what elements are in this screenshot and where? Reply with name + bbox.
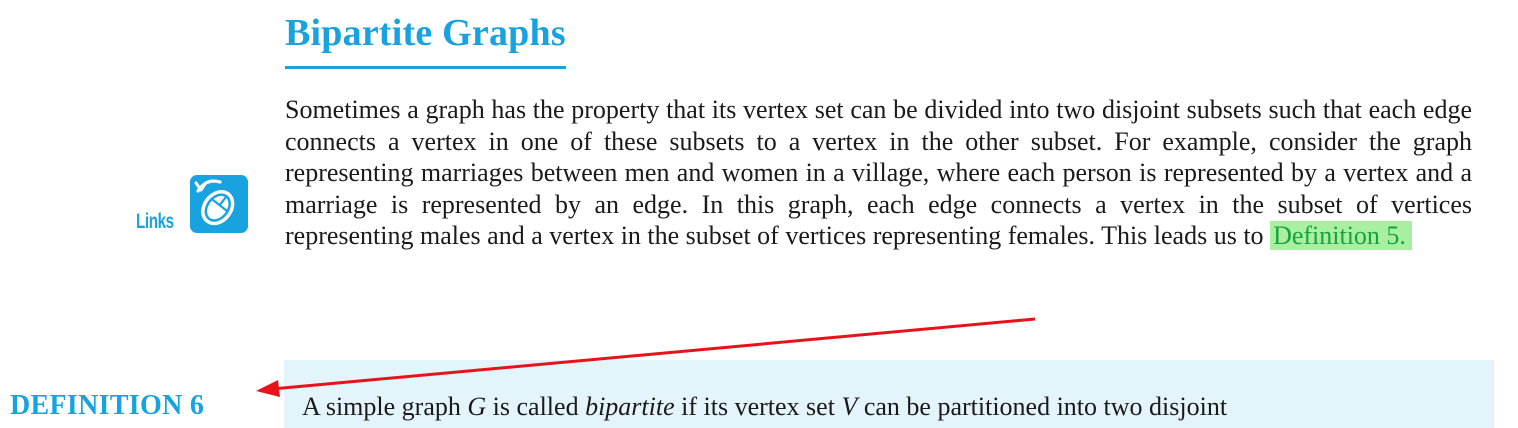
variable-g: G [467,392,487,421]
paragraph-line: the subset of vertices representing fema… [647,221,1271,251]
mouse-icon [190,175,248,233]
body-paragraph: Sometimes a graph has the property that … [285,94,1472,252]
paragraph-line: Sometimes a graph has the property that … [285,95,1262,124]
variable-v: V [841,392,858,421]
definition-text-part: can be partitioned into two disjoint [857,392,1228,421]
links-badge[interactable]: Links [136,175,248,237]
definition-text-part: A simple graph [302,392,468,421]
definition-label: DEFINITION 6 [10,390,205,421]
term-bipartite: bipartite [585,392,675,421]
links-label: Links [136,210,174,233]
section-heading: Bipartite Graphs [285,10,566,69]
definition-text-part: is called [486,392,586,421]
definition-text-part: if its vertex set [674,392,842,421]
arrow-head [256,380,280,397]
definition-text: A simple graph G is called bipartite if … [302,391,1227,423]
definition-5-link[interactable]: Definition 5. [1270,221,1412,251]
